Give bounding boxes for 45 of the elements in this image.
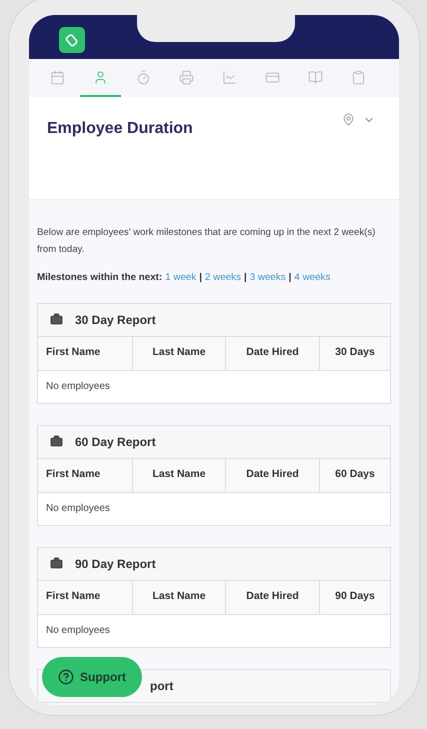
column-header: First Name [38, 336, 133, 370]
printer-icon [179, 70, 194, 84]
column-header: 90 Days [334, 589, 376, 604]
support-button[interactable]: Support [42, 657, 142, 697]
chart-icon [222, 70, 237, 84]
calendar-icon [50, 70, 65, 84]
empty-message: No employees [46, 624, 110, 638]
week-link[interactable]: 4 weeks [294, 271, 330, 286]
milestones-label: Milestones within the next: [37, 271, 162, 285]
logo-icon [59, 27, 85, 53]
book-icon [308, 70, 323, 84]
week-link[interactable]: 3 weeks [250, 271, 286, 286]
report-title: 90 Day Report [75, 556, 156, 573]
column-header: Last Name [133, 580, 226, 614]
stopwatch-icon [136, 70, 151, 84]
separator-text: | [288, 271, 292, 285]
report-title: 60 Day Report [75, 434, 156, 451]
page-title: Employee Duration [47, 119, 193, 139]
clipboard-icon [351, 70, 366, 84]
week-link[interactable]: 1 week [165, 271, 196, 286]
column-header: Last Name [133, 336, 226, 370]
location-dropdown[interactable] [342, 113, 375, 126]
briefcase-icon [50, 557, 63, 570]
pin-icon [342, 113, 355, 126]
briefcase-icon [50, 313, 63, 326]
user-icon [93, 70, 108, 84]
week-link[interactable]: 2 weeks [205, 271, 241, 286]
intro-text: Below are employees' work milestones that are coming up in the next 2 week(s) from today. [37, 226, 376, 257]
column-header: Date Hired [226, 336, 320, 370]
column-header: 30 Days [334, 345, 376, 360]
column-header: 60 Days [334, 467, 376, 482]
column-header: Last Name [133, 458, 226, 492]
column-header: Date Hired [226, 580, 320, 614]
column-header: First Name [38, 458, 133, 492]
card-icon [265, 70, 280, 84]
empty-message: No employees [46, 380, 110, 394]
column-header: First Name [38, 580, 133, 614]
separator-text: | [199, 271, 202, 285]
help-icon [58, 669, 74, 685]
report-title: port [150, 678, 174, 695]
empty-message: No employees [46, 502, 110, 516]
briefcase-icon [50, 435, 63, 448]
column-header: Date Hired [226, 458, 320, 492]
separator-text: | [244, 271, 247, 285]
report-title: 30 Day Report [75, 312, 156, 329]
